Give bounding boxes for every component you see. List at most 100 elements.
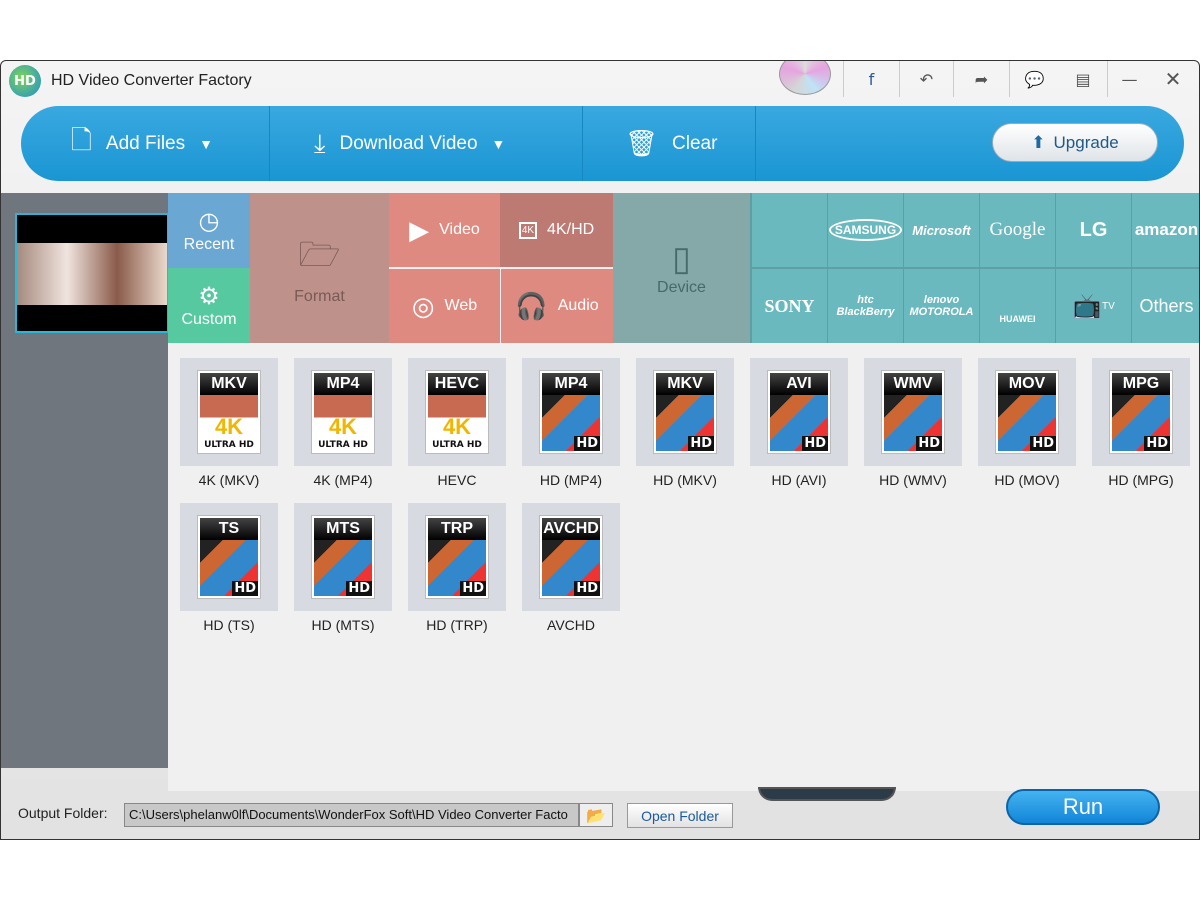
4k-fhd-icon: 4K [518, 221, 538, 239]
format-icon-tile[interactable]: WMV HD [864, 358, 962, 466]
4k-badge: 4K [328, 414, 358, 439]
brand-label: SONY [764, 295, 815, 316]
brand-lenovo-motorola[interactable]: lenovo MOTOROLA [904, 269, 979, 343]
format-item[interactable]: MKV HD HD (MKV) [636, 358, 734, 488]
register-icon[interactable]: ▤ [1059, 61, 1107, 97]
brand-htc-blackberry[interactable]: htc BlackBerry [828, 269, 903, 343]
brand-microsoft[interactable]: Microsoft [904, 193, 979, 267]
format-tag: TS [200, 518, 258, 540]
brand-samsung[interactable]: SAMSUNG [828, 193, 903, 267]
ultra-hd-badge: ULTRA HD [432, 440, 482, 450]
brand-others[interactable]: Others [1132, 269, 1199, 343]
clear-label: Clear [672, 132, 718, 154]
brand-amazon[interactable]: amazon [1132, 193, 1199, 267]
format-icon-tile[interactable]: MP4 4K ULTRA HD [294, 358, 392, 466]
tv-icon: 📺 [1072, 292, 1103, 320]
tab-format[interactable]: 🗁 Format [250, 193, 389, 343]
tab-audio[interactable]: 🎧 Audio [501, 269, 613, 343]
brand-huawei[interactable]: HUAWEI [980, 269, 1055, 343]
video-label: Video [439, 221, 480, 238]
run-button[interactable]: Run [1006, 789, 1160, 825]
hd-badge: HD [688, 436, 714, 451]
format-icon-tile[interactable]: MOV HD [978, 358, 1076, 466]
format-icon-tile[interactable]: MP4 HD [522, 358, 620, 466]
format-item[interactable]: AVI HD HD (AVI) [750, 358, 848, 488]
open-folder-button[interactable]: Open Folder [627, 803, 733, 828]
format-item[interactable]: MP4 HD HD (MP4) [522, 358, 620, 488]
folder-video-icon: 🗁 [298, 235, 341, 274]
4k-hd-label: 4K/HD [547, 221, 595, 238]
format-icon: MP4 HD [539, 370, 603, 454]
chevron-down-icon[interactable]: ▼ [199, 136, 213, 152]
format-label: HD (MP4) [539, 472, 603, 488]
minimize-icon[interactable]: — [1107, 61, 1151, 97]
clock-icon: ◷ [198, 208, 220, 235]
add-files-button[interactable]: 🗋 Add Files ▼ [21, 106, 270, 181]
file-list-panel [1, 193, 169, 768]
chat-icon[interactable]: 💬 [1009, 61, 1059, 97]
brand-tv[interactable]: 📺 TV [1056, 269, 1131, 343]
format-tag: MOV [998, 373, 1056, 395]
tab-4k-hd[interactable]: 4K 4K/HD [500, 193, 613, 267]
undo-icon[interactable]: ↶ [899, 61, 953, 97]
format-item[interactable]: MPG HD HD (MPG) [1092, 358, 1190, 488]
play-icon: ▶ [409, 214, 430, 245]
format-item[interactable]: MKV 4K ULTRA HD 4K (MKV) [180, 358, 278, 488]
format-label: HD (MPG) [1108, 472, 1174, 488]
format-item[interactable]: MTS HD HD (MTS) [294, 503, 392, 633]
format-item[interactable]: TRP HD HD (TRP) [408, 503, 506, 633]
tab-recent[interactable]: ◷ Recent [168, 193, 250, 268]
format-item[interactable]: HEVC 4K ULTRA HD HEVC [408, 358, 506, 488]
format-item[interactable]: AVCHD HD AVCHD [522, 503, 620, 633]
dock-handle[interactable] [758, 787, 896, 801]
brand-label: Others [1139, 295, 1194, 316]
format-item[interactable]: TS HD HD (TS) [180, 503, 278, 633]
format-icon: AVCHD HD [539, 515, 603, 599]
format-icon-tile[interactable]: AVI HD [750, 358, 848, 466]
disc-icon[interactable] [779, 61, 831, 95]
format-icon: TS HD [197, 515, 261, 599]
format-tag: WMV [884, 373, 942, 395]
tab-video[interactable]: ▶ Video [389, 193, 500, 267]
brand-lg[interactable]: LG [1056, 193, 1131, 267]
bottom-bar: Output Folder: C:\Users\phelanw0lf\Docum… [1, 787, 1199, 839]
app-logo: HD [9, 65, 41, 97]
format-icon-tile[interactable]: TRP HD [408, 503, 506, 611]
browse-folder-button[interactable]: 📂 [579, 803, 613, 827]
format-item[interactable]: MOV HD HD (MOV) [978, 358, 1076, 488]
format-icon-tile[interactable]: MKV 4K ULTRA HD [180, 358, 278, 466]
brand-sony[interactable]: SONY [752, 269, 827, 343]
share-icon[interactable]: ➦ [953, 61, 1009, 97]
video-thumbnail[interactable] [15, 213, 169, 333]
output-folder-input[interactable]: C:\Users\phelanw0lf\Documents\WonderFox … [124, 803, 579, 827]
format-icon-tile[interactable]: MPG HD [1092, 358, 1190, 466]
format-icon-tile[interactable]: MTS HD [294, 503, 392, 611]
format-tag: MKV [656, 373, 714, 395]
facebook-icon[interactable]: f [843, 61, 899, 97]
format-label: HD (AVI) [771, 472, 827, 488]
chevron-down-icon[interactable]: ▼ [492, 136, 506, 152]
format-icon-tile[interactable]: HEVC 4K ULTRA HD [408, 358, 506, 466]
download-icon: ⤓ [314, 127, 326, 158]
upgrade-button[interactable]: ⬆ Upgrade [992, 123, 1158, 162]
tablet-phone-icon: ▯ [672, 240, 691, 278]
ultra-hd-badge: ULTRA HD [318, 440, 368, 450]
format-icon-tile[interactable]: TS HD [180, 503, 278, 611]
tab-custom[interactable]: ⚙ Custom [168, 268, 250, 343]
format-icon-tile[interactable]: MKV HD [636, 358, 734, 466]
format-label: 4K (MP4) [313, 472, 373, 488]
device-brands: SAMSUNG Microsoft Google LG amazon SONY … [750, 193, 1199, 343]
format-item[interactable]: WMV HD HD (WMV) [864, 358, 962, 488]
tab-device[interactable]: ▯ Device [613, 193, 750, 343]
brand-google[interactable]: Google [980, 193, 1055, 267]
brand-apple[interactable] [752, 193, 827, 267]
close-icon[interactable]: ✕ [1151, 61, 1195, 97]
tab-web[interactable]: ◎ Web [389, 269, 500, 343]
custom-label: Custom [181, 311, 237, 328]
format-tag: TRP [428, 518, 486, 540]
format-item[interactable]: MP4 4K ULTRA HD 4K (MP4) [294, 358, 392, 488]
clear-button[interactable]: 🗑 Clear [583, 106, 756, 181]
format-icon-tile[interactable]: AVCHD HD [522, 503, 620, 611]
4k-badge: 4K [214, 414, 244, 439]
download-video-button[interactable]: ⤓ Download Video ▼ [270, 106, 583, 181]
